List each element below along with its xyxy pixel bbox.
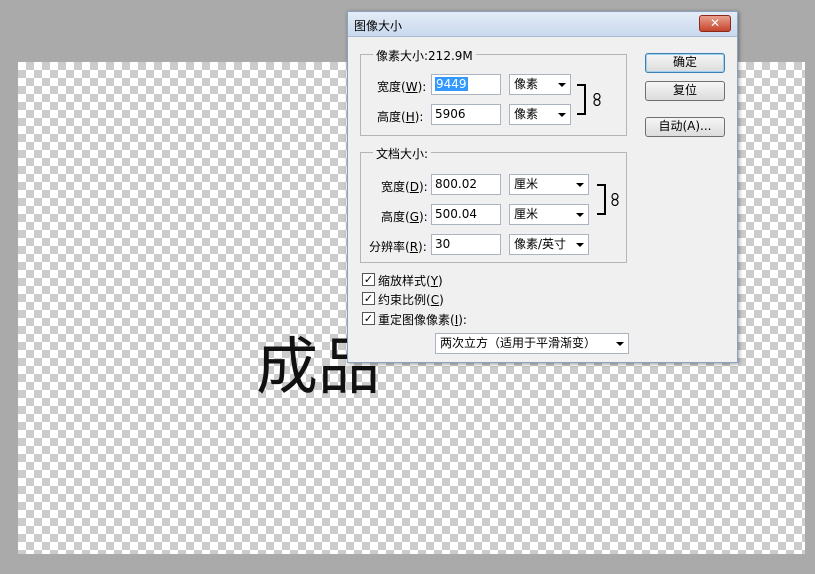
- doc-height-label: 高度(G):: [381, 210, 428, 224]
- pixel-width-unit: 像素: [514, 77, 539, 91]
- pixel-width-value: 9449: [435, 77, 468, 91]
- doc-height-value: 500.04: [435, 207, 477, 221]
- doc-width-input[interactable]: 800.02: [431, 174, 501, 195]
- pixel-height-label: 高度(H):: [377, 110, 424, 124]
- doc-width-label: 宽度(D):: [381, 180, 428, 194]
- pixel-link-bracket: [577, 84, 586, 115]
- document-size-group: 文档大小: 宽度(D): 800.02 厘米 高度(G): 500.04 厘米 …: [360, 145, 627, 263]
- resample-method-value: 两次立方（适用于平滑渐变）: [440, 336, 597, 350]
- chevron-down-icon: [576, 183, 584, 187]
- resolution-input[interactable]: 30: [431, 234, 501, 255]
- resample-method-select[interactable]: 两次立方（适用于平滑渐变）: [435, 333, 629, 354]
- scale-styles-label: 缩放样式(Y): [378, 274, 443, 288]
- doc-height-input[interactable]: 500.04: [431, 204, 501, 225]
- image-size-dialog: 图像大小 ✕ 像素大小:212.9M 宽度(W): 9449 像素 高度(H):…: [347, 11, 738, 363]
- doc-width-unit: 厘米: [514, 177, 539, 191]
- constrain-proportions-label: 约束比例(C): [378, 293, 444, 307]
- reset-button[interactable]: 复位: [645, 81, 725, 101]
- pixel-height-input[interactable]: 5906: [431, 104, 501, 125]
- close-button[interactable]: ✕: [699, 15, 731, 32]
- resample-label: 重定图像像素(I):: [378, 313, 467, 327]
- doc-height-unit-select[interactable]: 厘米: [509, 204, 589, 225]
- link-chain-icon: [611, 193, 619, 206]
- resolution-value: 30: [435, 237, 451, 251]
- chevron-down-icon: [558, 83, 566, 87]
- pixel-height-unit: 像素: [514, 107, 539, 121]
- document-link-bracket: [597, 184, 606, 215]
- pixel-height-unit-select[interactable]: 像素: [509, 104, 571, 125]
- chevron-down-icon: [576, 243, 584, 247]
- scale-styles-checkbox[interactable]: ✓: [362, 273, 375, 286]
- chevron-down-icon: [576, 213, 584, 217]
- resolution-unit: 像素/英寸: [514, 237, 567, 251]
- resolution-label: 分辨率(R):: [369, 240, 427, 254]
- dialog-title: 图像大小: [354, 19, 403, 33]
- pixel-height-value: 5906: [435, 107, 466, 121]
- ok-button[interactable]: 确定: [645, 53, 725, 73]
- doc-width-unit-select[interactable]: 厘米: [509, 174, 589, 195]
- doc-height-unit: 厘米: [514, 207, 539, 221]
- pixel-dimensions-group: 像素大小:212.9M 宽度(W): 9449 像素 高度(H): 5906 像…: [360, 47, 627, 136]
- chevron-down-icon: [558, 113, 566, 117]
- constrain-proportions-checkbox[interactable]: ✓: [362, 292, 375, 305]
- resolution-unit-select[interactable]: 像素/英寸: [509, 234, 589, 255]
- chevron-down-icon: [616, 342, 624, 346]
- dialog-titlebar[interactable]: 图像大小 ✕: [348, 12, 737, 37]
- document-size-heading: 文档大小:: [373, 145, 432, 162]
- auto-button[interactable]: 自动(A)...: [645, 117, 725, 137]
- resample-checkbox[interactable]: ✓: [362, 312, 375, 325]
- pixel-width-label: 宽度(W):: [377, 80, 427, 94]
- pixel-dimensions-heading: 像素大小:212.9M: [373, 47, 476, 64]
- doc-width-value: 800.02: [435, 177, 477, 191]
- pixel-width-unit-select[interactable]: 像素: [509, 74, 571, 95]
- pixel-width-input[interactable]: 9449: [431, 74, 501, 95]
- link-chain-icon: [593, 93, 601, 106]
- close-icon: ✕: [709, 16, 721, 30]
